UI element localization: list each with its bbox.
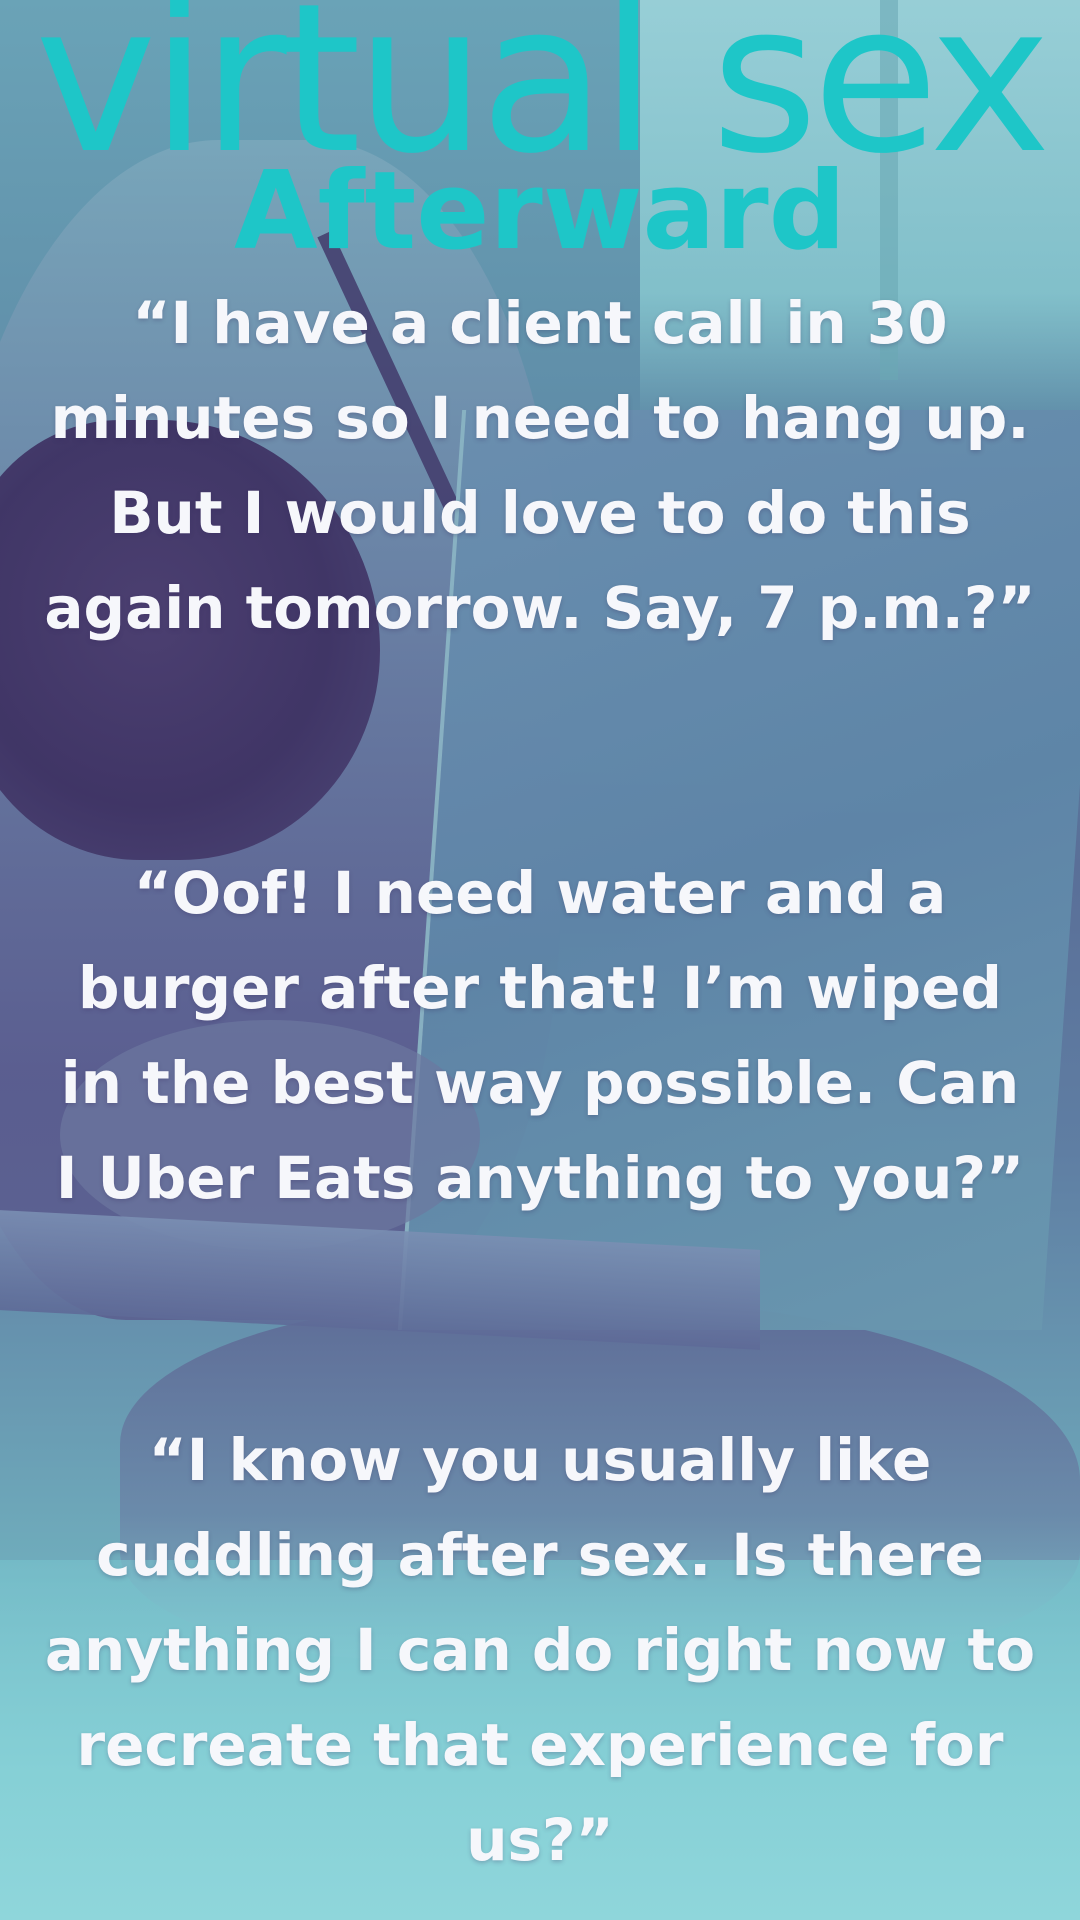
quote-1: “I have a client call in 30 minutes so I…	[44, 289, 1036, 642]
quote-2: “Oof! I need water and a burger after th…	[55, 859, 1025, 1212]
quote-3: “I know you usually like cuddling after …	[44, 1426, 1036, 1874]
section-subtitle: Afterward	[234, 149, 846, 274]
